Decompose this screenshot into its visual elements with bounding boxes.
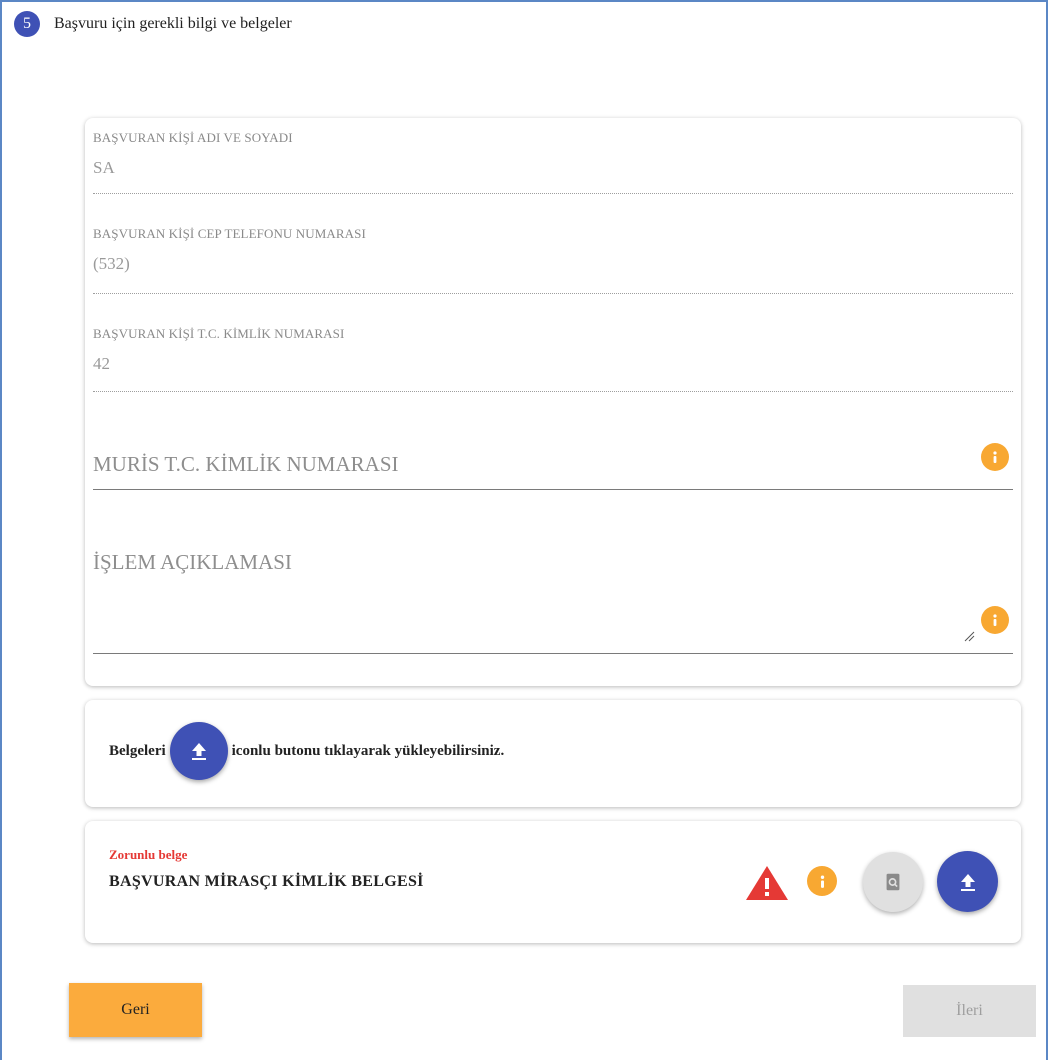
upload-info-card: Belgeleri iconlu butonu tıklayarak yükle… [85,700,1021,807]
document-name: BAŞVURAN MİRASÇI KİMLİK BELGESİ [109,873,424,890]
upload-icon [960,873,975,891]
field-underline [93,193,1013,194]
applicant-phone-label: BAŞVURAN KİŞİ CEP TELEFONU NUMARASI [93,226,366,241]
upload-info-before: Belgeleri [109,742,166,759]
document-upload-button[interactable] [937,851,998,912]
applicant-tc-label: BAŞVURAN KİŞİ T.C. KİMLİK NUMARASI [93,326,345,341]
step-title: Başvuru için gerekli bilgi ve belgeler [54,15,292,32]
upload-example-icon [169,722,228,780]
back-button[interactable]: Geri [69,983,202,1037]
applicant-tc-value: 42 [93,354,110,373]
field-underline [93,653,1013,654]
document-info-icon[interactable] [807,866,837,896]
applicant-tc-field[interactable]: BAŞVURAN KİŞİ T.C. KİMLİK NUMARASI 42 [93,326,1013,374]
field-underline [93,293,1013,294]
field-underline [93,391,1013,392]
description-textarea[interactable]: İŞLEM AÇIKLAMASI [93,550,1013,650]
description-info-icon[interactable] [981,606,1009,634]
applicant-phone-field[interactable]: BAŞVURAN KİŞİ CEP TELEFONU NUMARASI (532… [93,226,1013,274]
muris-tc-input[interactable]: MURİS T.C. KİMLİK NUMARASI [93,448,1013,492]
document-preview-button[interactable] [863,852,923,912]
warning-icon [746,866,788,900]
applicant-name-label: BAŞVURAN KİŞİ ADI VE SOYADI [93,130,293,145]
description-placeholder: İŞLEM AÇIKLAMASI [93,550,292,574]
upload-info-text: Belgeleri iconlu butonu tıklayarak yükle… [109,722,504,780]
step-header: 5 Başvuru için gerekli bilgi ve belgeler [14,11,292,37]
next-button[interactable]: İleri [903,985,1036,1037]
applicant-phone-value: (532) [93,254,130,273]
step-number-badge: 5 [14,11,40,37]
required-document-label: Zorunlu belge [109,847,188,862]
applicant-name-value: SA [93,158,115,177]
form-card: BAŞVURAN KİŞİ ADI VE SOYADI SA BAŞVURAN … [85,118,1021,686]
resize-handle-icon[interactable] [963,630,975,642]
applicant-name-field[interactable]: BAŞVURAN KİŞİ ADI VE SOYADI SA [93,130,1013,178]
field-underline [93,489,1013,490]
document-search-icon [886,873,900,891]
upload-info-after: iconlu butonu tıklayarak yükleyebilirsin… [231,742,505,759]
document-card: Zorunlu belge BAŞVURAN MİRASÇI KİMLİK BE… [85,821,1021,943]
muris-tc-placeholder: MURİS T.C. KİMLİK NUMARASI [93,452,399,476]
muris-tc-info-icon[interactable] [981,443,1009,471]
